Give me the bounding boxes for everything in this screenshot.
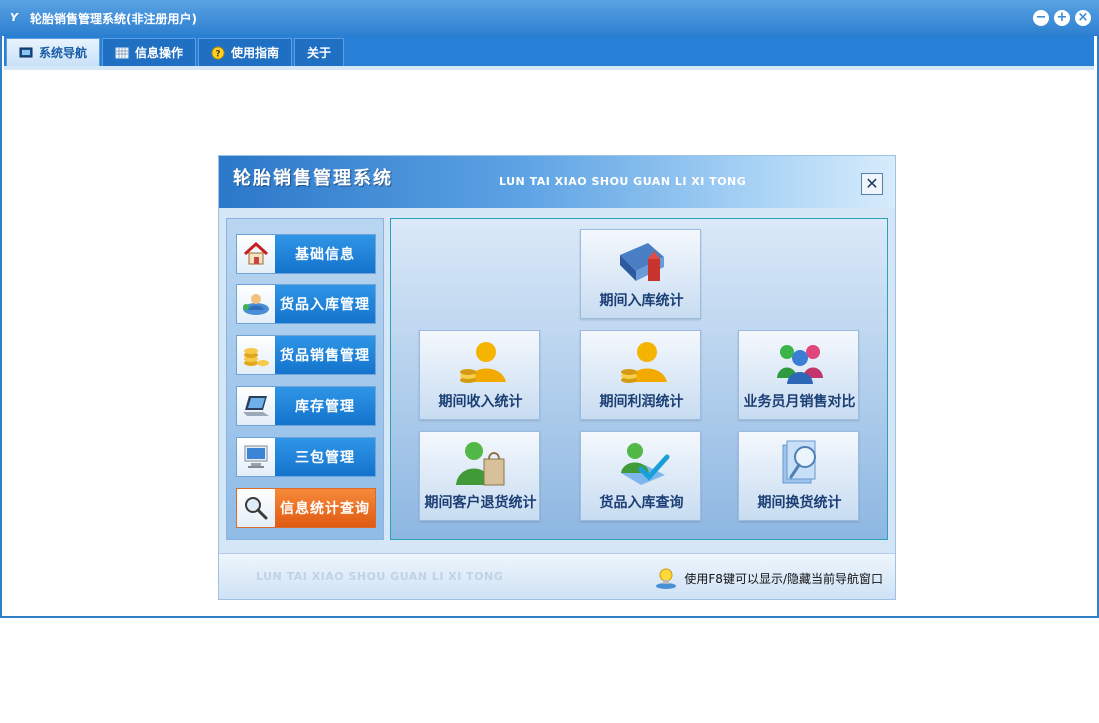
magnifier-icon	[245, 497, 268, 520]
tab-label: 关于	[307, 46, 332, 60]
tile-label: 业务员月销售对比	[743, 394, 856, 410]
nav-label: 三包管理	[275, 438, 375, 476]
window-title: 轮胎销售管理系统(非注册用户)	[30, 11, 197, 26]
user-coins-icon	[459, 342, 506, 383]
tab-bar: 系统导航 信息操作 ? 使用指南 关于	[4, 36, 1094, 70]
tile-label: 期间客户退货统计	[424, 495, 537, 511]
grid-icon	[115, 47, 129, 58]
navigation-dialog: 轮胎销售管理系统 轮胎销售管理系统 LUN TAI XIAO SHOU GUAN…	[218, 155, 896, 600]
nav-label: 货品销售管理	[275, 336, 375, 374]
tile-goods-inbound-query[interactable]: 货品入库查询	[580, 431, 701, 521]
nav-label: 货品入库管理	[275, 285, 375, 323]
restore-icon[interactable]: +	[1054, 10, 1070, 26]
tile-label: 期间换货统计	[757, 495, 842, 511]
monitor-icon	[19, 47, 33, 57]
nav-warranty[interactable]: 三包管理	[236, 437, 376, 477]
nav-inventory[interactable]: 库存管理	[236, 386, 376, 426]
tile-period-profit-stats[interactable]: 期间利润统计	[580, 330, 701, 420]
coins-icon	[244, 348, 269, 366]
house-icon	[243, 241, 269, 265]
dialog-subtitle: LUN TAI XIAO SHOU GUAN LI XI TONG	[499, 175, 747, 188]
document-search-icon	[782, 440, 816, 484]
tab-label: 系统导航	[39, 46, 88, 60]
dialog-title-reflection: 轮胎销售管理系统	[233, 171, 393, 184]
close-icon[interactable]: ×	[1075, 10, 1091, 26]
tile-label: 期间入库统计	[599, 293, 684, 309]
function-tiles-panel: 期间入库统计 期间收入统计 期间利润统计 业务员月销售对比 期间客户退货统计 货…	[390, 218, 888, 540]
user-coins-icon	[620, 342, 667, 383]
laptop-icon	[243, 396, 269, 416]
nav-label: 信息统计查询	[275, 489, 375, 527]
tile-salesperson-monthly-compare[interactable]: 业务员月销售对比	[738, 330, 859, 420]
f8-tip-text: 使用F8键可以显示/隐藏当前导航窗口	[684, 571, 883, 586]
computer-icon	[244, 445, 268, 468]
tab-info-ops[interactable]: 信息操作	[102, 38, 197, 66]
nav-goods-sales[interactable]: 货品销售管理	[236, 335, 376, 375]
tab-system-nav[interactable]: 系统导航	[6, 38, 101, 66]
f8-tip: 使用F8键可以显示/隐藏当前导航窗口	[654, 566, 883, 590]
dialog-footer: LUN TAI XIAO SHOU GUAN LI XI TONG 使用F8键可…	[219, 553, 895, 599]
tile-period-income-stats[interactable]: 期间收入统计	[419, 330, 540, 420]
tile-label: 期间收入统计	[438, 394, 523, 410]
tab-label: 使用指南	[231, 46, 280, 60]
tile-customer-return-stats[interactable]: 期间客户退货统计	[419, 431, 540, 521]
user-network-icon	[243, 294, 269, 315]
user-check-icon	[620, 443, 669, 485]
svg-text:?: ?	[215, 49, 220, 59]
tile-period-exchange-stats[interactable]: 期间换货统计	[738, 431, 859, 521]
window-controls: − + ×	[1033, 10, 1091, 26]
tile-label: 货品入库查询	[599, 495, 684, 511]
tab-user-guide[interactable]: ? 使用指南	[198, 38, 293, 66]
lightbulb-icon	[656, 568, 677, 589]
nav-basic-info[interactable]: 基础信息	[236, 234, 376, 274]
tile-period-inbound-stats[interactable]: 期间入库统计	[580, 229, 701, 319]
app-logo-icon: Y	[10, 11, 18, 24]
nav-goods-inbound[interactable]: 货品入库管理	[236, 284, 376, 324]
minimize-icon[interactable]: −	[1033, 10, 1049, 26]
nav-statistics-query[interactable]: 信息统计查询	[236, 488, 376, 528]
user-bag-icon	[455, 442, 504, 486]
nav-label: 基础信息	[275, 235, 375, 273]
nav-label: 库存管理	[275, 387, 375, 425]
tab-label: 信息操作	[135, 46, 184, 60]
tab-about[interactable]: 关于	[294, 38, 345, 66]
tile-label: 期间利润统计	[599, 394, 684, 410]
nav-panel: 基础信息 货品入库管理 货品销售管理 库存管理 三包管理 信息统计查询	[226, 218, 384, 540]
dialog-close-button[interactable]: ✕	[861, 173, 883, 195]
books-icon	[619, 243, 664, 281]
title-bar[interactable]: Y 轮胎销售管理系统(非注册用户) − + ×	[0, 0, 1099, 36]
group-icon	[776, 345, 823, 384]
help-icon: ?	[211, 46, 225, 59]
footer-subtitle: LUN TAI XIAO SHOU GUAN LI XI TONG	[256, 570, 504, 583]
dialog-header: 轮胎销售管理系统 轮胎销售管理系统 LUN TAI XIAO SHOU GUAN…	[219, 156, 895, 208]
